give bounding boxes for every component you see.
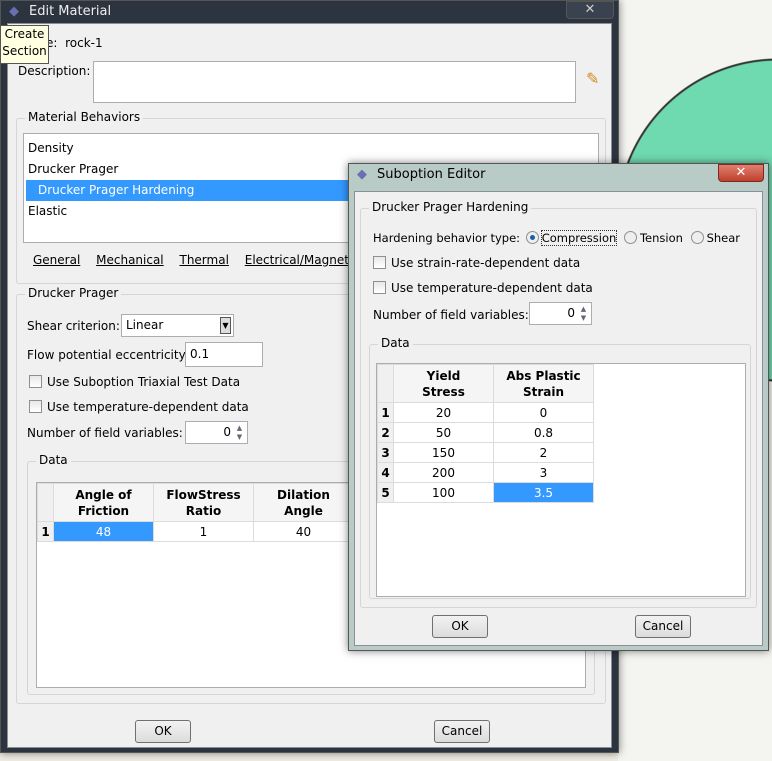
ok-button[interactable]: OK — [135, 720, 191, 743]
ok-button[interactable]: OK — [432, 615, 488, 638]
field-vars-spinner[interactable]: 0 ▲ ▼ — [529, 302, 592, 325]
strain-rate-label: Use strain-rate-dependent data — [391, 256, 581, 270]
col-header: Dilation — [277, 487, 330, 502]
col-header: Abs Plastic — [506, 368, 581, 383]
table-cell[interactable]: 3.5 — [493, 482, 594, 503]
table-cell[interactable]: 40 — [253, 521, 354, 542]
description-input[interactable] — [93, 61, 576, 103]
flow-eccentricity-label: Flow potential eccentricity: — [27, 348, 189, 362]
col-header: Angle — [284, 503, 323, 518]
col-header: Stress — [422, 384, 465, 399]
table-row: 2 50 0.8 — [377, 422, 594, 443]
hardening-group: Drucker Prager Hardening Hardening behav… — [360, 200, 757, 608]
table-cell[interactable]: 3 — [493, 462, 594, 483]
col-header: Angle of — [75, 487, 132, 502]
cancel-button[interactable]: Cancel — [434, 720, 490, 743]
col-header: Yield — [426, 368, 461, 383]
table-cell[interactable]: 1 — [153, 521, 254, 542]
hardening-label: Hardening behavior type: — [373, 231, 521, 245]
row-number: 1 — [37, 521, 54, 542]
section-label: Drucker Prager Hardening — [369, 200, 532, 214]
radio-compression[interactable] — [525, 231, 539, 244]
col-header: FlowStress — [166, 487, 241, 502]
row-number: 3 — [377, 442, 394, 463]
chevron-down-icon[interactable]: ▼ — [220, 317, 231, 334]
option-label[interactable]: Tension — [640, 231, 683, 245]
data-table[interactable]: Yield Stress Abs Plastic Strain 1 20 0 2 50 0.… — [376, 363, 746, 597]
table-cell[interactable]: 2 — [493, 442, 594, 463]
spinner-arrows-icon[interactable]: ▲ ▼ — [234, 424, 245, 442]
field-vars-label: Number of field variables: — [27, 426, 183, 440]
section-label: Drucker Prager — [25, 286, 122, 300]
tooltip-line: Create — [4, 27, 45, 41]
strain-rate-checkbox[interactable] — [373, 256, 386, 269]
window-title: Edit Material — [29, 4, 112, 19]
data-label: Data — [36, 453, 71, 467]
tooltip: Create Section — [0, 25, 49, 64]
description-label: Description: — [18, 64, 91, 78]
shear-criterion-value: Linear — [126, 318, 164, 332]
col-header: Strain — [522, 384, 565, 399]
close-button[interactable]: ✕ — [566, 1, 614, 19]
menu-general[interactable]: General — [33, 253, 80, 267]
shear-criterion-label: Shear criterion: — [27, 319, 120, 333]
menu-electrical-magnetic[interactable]: Electrical/Magnetic — [245, 253, 359, 267]
row-number: 4 — [377, 462, 394, 483]
table-cell[interactable]: 0 — [493, 402, 594, 423]
temp-checkbox[interactable] — [373, 281, 386, 294]
radio-shear[interactable] — [690, 231, 704, 244]
window-title: Suboption Editor — [377, 167, 486, 182]
col-header: Ratio — [185, 503, 222, 518]
table-row: 3 150 2 — [377, 442, 594, 463]
name-value: rock-1 — [65, 36, 103, 50]
radio-tension[interactable] — [623, 231, 637, 244]
table-row: 1 48 1 40 — [37, 521, 354, 542]
behavior-item[interactable]: Density — [28, 138, 594, 159]
title-bar[interactable]: ◆ Edit Material ✕ — [1, 1, 618, 23]
table-cell[interactable]: 50 — [393, 422, 494, 443]
behaviors-label: Material Behaviors — [25, 110, 144, 124]
field-vars-value: 0 — [567, 306, 575, 320]
menu-mechanical[interactable]: Mechanical — [96, 253, 164, 267]
triaxial-label: Use Suboption Triaxial Test Data — [47, 375, 241, 389]
table-cell[interactable]: 0.8 — [493, 422, 594, 443]
table-row: 1 20 0 — [377, 402, 594, 423]
field-vars-value: 0 — [223, 425, 231, 439]
table-cell[interactable]: 48 — [53, 521, 154, 542]
app-icon: ◆ — [357, 167, 367, 182]
row-number: 2 — [377, 422, 394, 443]
tooltip-line: Section — [2, 44, 47, 58]
suboption-editor-window: ◆ Suboption Editor ✕ Drucker Prager Hard… — [348, 163, 769, 651]
data-group: Data Yield Stress Abs Plastic Strain 1 20 0 … — [369, 336, 751, 599]
flow-eccentricity-input[interactable]: 0.1 — [185, 342, 263, 367]
option-label[interactable]: Shear — [707, 231, 740, 245]
option-label[interactable]: Compression — [540, 230, 618, 246]
row-number: 5 — [377, 482, 394, 503]
shear-criterion-select[interactable]: Linear ▼ — [121, 314, 234, 337]
table-cell[interactable]: 200 — [393, 462, 494, 483]
field-vars-label: Number of field variables: — [373, 308, 529, 322]
edit-pencil-icon[interactable]: ✎ — [586, 69, 599, 88]
table-cell[interactable]: 20 — [393, 402, 494, 423]
table-row: 5 100 3.5 — [377, 482, 594, 503]
table-row: 4 200 3 — [377, 462, 594, 483]
row-number: 1 — [377, 402, 394, 423]
temp-label: Use temperature-dependent data — [47, 400, 249, 414]
table-cell[interactable]: 100 — [393, 482, 494, 503]
data-label: Data — [378, 336, 413, 350]
suboption-body: Drucker Prager Hardening Hardening behav… — [354, 191, 763, 646]
spinner-arrows-icon[interactable]: ▲ ▼ — [578, 305, 589, 323]
temp-checkbox[interactable] — [29, 400, 42, 413]
title-bar[interactable]: ◆ Suboption Editor ✕ — [349, 164, 768, 186]
field-vars-spinner[interactable]: 0 ▲ ▼ — [185, 421, 248, 444]
col-header: Friction — [77, 503, 130, 518]
close-button[interactable]: ✕ — [718, 164, 764, 182]
cancel-button[interactable]: Cancel — [635, 615, 691, 638]
triaxial-checkbox[interactable] — [29, 375, 42, 388]
table-cell[interactable]: 150 — [393, 442, 494, 463]
app-icon: ◆ — [9, 4, 19, 19]
temp-label: Use temperature-dependent data — [391, 281, 593, 295]
menu-thermal[interactable]: Thermal — [179, 253, 228, 267]
